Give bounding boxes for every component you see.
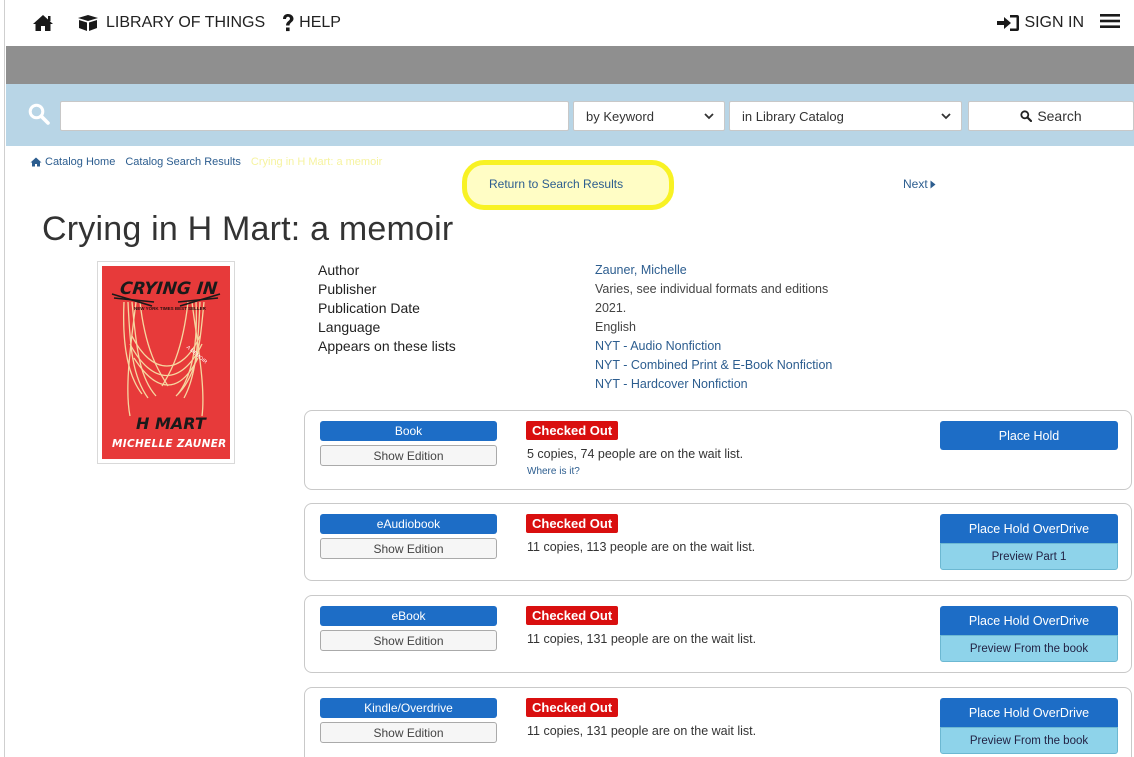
author-link[interactable]: Zauner, Michelle [595,263,687,277]
place-hold-overdrive-button[interactable]: Place Hold OverDrive [940,514,1118,543]
next-link[interactable]: Next [903,177,936,191]
detail-lists-more: NYT - Hardcover Nonfiction [318,376,1018,395]
detail-lists-more: NYT - Combined Print & E-Book Nonfiction [318,357,1018,376]
detail-publisher: Publisher Varies, see individual formats… [318,281,1018,300]
detail-lists: Appears on these lists NYT - Audio Nonfi… [318,338,1018,357]
hamburger-menu-icon [1100,13,1120,28]
show-edition-button[interactable]: Show Edition [320,722,497,743]
home-icon [33,15,53,31]
page-title: Crying in H Mart: a memoir [42,210,454,248]
home-button[interactable] [32,14,54,32]
cover-title: CRYING IN [118,279,219,299]
search-icon [1020,110,1033,122]
search-in-select[interactable]: in Library Catalog [729,101,962,131]
breadcrumb-catalog-home[interactable]: Catalog Home [30,156,115,168]
search-button-label: Search [1037,108,1082,124]
detail-publication-date: Publication Date 2021. [318,300,1018,319]
list-link[interactable]: NYT - Combined Print & E-Book Nonfiction [595,358,832,372]
question-mark-icon [283,14,294,32]
return-to-search-results-link[interactable]: Return to Search Results [489,177,623,191]
show-edition-button[interactable]: Show Edition [320,538,497,559]
detail-label: Author [318,262,360,278]
detail-label: Publisher [318,281,377,297]
language-value: English [595,320,636,334]
copies-text: 11 copies, 131 people are on the wait li… [527,724,757,738]
sign-in-label: SIGN IN [1024,14,1084,31]
publication-date-value: 2021. [595,301,627,315]
search-by-select[interactable]: by Keyword [573,101,725,131]
format-button[interactable]: Book [320,421,497,441]
page-edge [0,0,5,757]
detail-label: Appears on these lists [318,338,456,354]
search-button[interactable]: Search [968,101,1134,131]
chevron-down-icon [941,113,951,120]
format-card-ebook: eBook Show Edition Checked Out 11 copies… [304,595,1132,673]
show-edition-button[interactable]: Show Edition [320,445,497,466]
where-is-it-link[interactable]: Where is it? [527,466,580,477]
hamburger-menu-button[interactable] [1100,13,1120,34]
status-badge: Checked Out [526,421,619,440]
breadcrumb-current: Crying in H Mart: a memoir [250,156,383,168]
sign-in-button[interactable]: SIGN IN [996,14,1084,32]
header-banner [6,46,1134,84]
search-bar: by Keyword in Library Catalog Search [6,84,1134,146]
detail-language: Language English [318,319,1018,338]
next-label: Next [903,177,928,191]
help-label: HELP [299,14,341,31]
help-link[interactable]: HELP [281,13,341,33]
show-edition-button[interactable]: Show Edition [320,630,497,651]
top-navigation: LIBRARY OF THINGS HELP SIGN IN [6,0,1134,46]
cover-subtitle: NEW YORK TIMES BEST SELLER [134,306,206,311]
preview-button[interactable]: Preview Part 1 [940,543,1118,570]
search-by-value: by Keyword [586,108,654,124]
detail-label: Language [318,319,381,335]
book-cover[interactable]: CRYING IN NEW YORK TIMES BEST SELLER A M… [97,261,235,464]
copies-text: 11 copies, 131 people are on the wait li… [527,632,757,646]
search-icon[interactable] [28,103,50,125]
format-button[interactable]: eBook [320,606,497,626]
library-of-things-link[interactable]: LIBRARY OF THINGS [76,14,265,32]
search-in-value: in Library Catalog [742,108,844,124]
format-card-book: Book Show Edition Checked Out 5 copies, … [304,410,1132,490]
copies-text: 11 copies, 113 people are on the wait li… [527,540,756,554]
book-cover-image: CRYING IN NEW YORK TIMES BEST SELLER A M… [102,266,230,459]
preview-button[interactable]: Preview From the book [940,727,1118,754]
place-hold-overdrive-button[interactable]: Place Hold OverDrive [940,698,1118,727]
format-button[interactable]: Kindle/Overdrive [320,698,497,718]
copies-text: 5 copies, 74 people are on the wait list… [527,447,744,461]
cover-author: MICHELLE ZAUNER [112,438,227,450]
chevron-down-icon [704,113,714,120]
format-button[interactable]: eAudiobook [320,514,497,534]
status-badge: Checked Out [526,606,619,625]
breadcrumb-search-results[interactable]: Catalog Search Results [125,156,241,168]
caret-right-icon [930,180,936,188]
breadcrumb: Catalog Home Catalog Search Results Cryi… [30,156,382,168]
publisher-value: Varies, see individual formats and editi… [595,282,829,296]
search-input[interactable] [60,101,569,131]
home-icon [30,157,42,167]
place-hold-overdrive-button[interactable]: Place Hold OverDrive [940,606,1118,635]
detail-author: Author Zauner, Michelle [318,262,1018,281]
library-of-things-label: LIBRARY OF THINGS [106,14,266,31]
format-card-eaudiobook: eAudiobook Show Edition Checked Out 11 c… [304,503,1132,581]
place-hold-button[interactable]: Place Hold [940,421,1118,450]
list-link[interactable]: NYT - Audio Nonfiction [595,339,721,353]
format-card-kindle: Kindle/Overdrive Show Edition Checked Ou… [304,687,1132,757]
sign-in-icon [997,15,1020,31]
status-badge: Checked Out [526,698,619,717]
list-link[interactable]: NYT - Hardcover Nonfiction [595,377,748,391]
breadcrumb-home-label: Catalog Home [45,156,116,168]
cover-title-line2: H MART [136,414,206,433]
preview-button[interactable]: Preview From the book [940,635,1118,662]
box-icon [78,15,98,31]
detail-label: Publication Date [318,300,420,316]
status-badge: Checked Out [526,514,619,533]
